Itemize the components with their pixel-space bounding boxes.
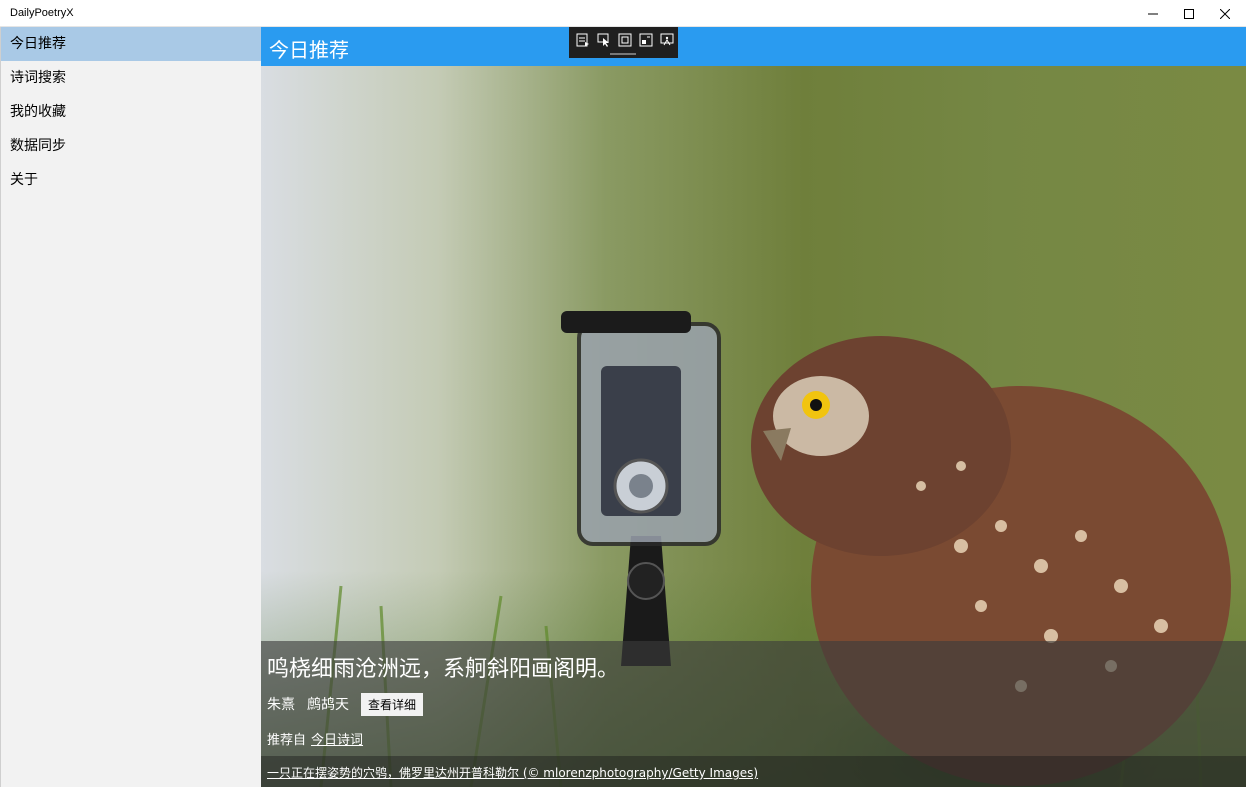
- image-credit-link[interactable]: 一只正在摆姿势的穴鸮，佛罗里达州开普科勒尔 (© mlorenzphotogra…: [267, 764, 758, 781]
- select-element-icon: [597, 33, 609, 47]
- poem-line: 鸣桡细雨沧洲远，系舸斜阳画阁明。: [267, 657, 620, 682]
- display-layout-adorners-button[interactable]: [614, 27, 635, 53]
- minimize-icon: [1148, 13, 1158, 14]
- source-link[interactable]: 今日诗词: [311, 733, 363, 748]
- sidebar-item-sync[interactable]: 数据同步: [1, 129, 261, 163]
- select-element-button[interactable]: [593, 27, 614, 53]
- poem-meta: 朱熹 鹧鸪天 查看详细: [267, 692, 424, 716]
- image-credit-bar: 一只正在摆姿势的穴鸮，佛罗里达州开普科勒尔 (© mlorenzphotogra…: [261, 756, 1246, 787]
- poem-caption-panel: 鸣桡细雨沧洲远，系舸斜阳画阁明。 朱熹 鹧鸪天 查看详细 推荐自 今日诗词: [261, 641, 1246, 756]
- window-titlebar: DailyPoetryX: [0, 0, 1246, 27]
- display-accessibility-icon: [660, 33, 673, 46]
- view-detail-button[interactable]: 查看详细: [361, 692, 424, 716]
- page-header: 今日推荐: [261, 27, 1246, 66]
- main-content: 今日推荐 鸣桡细雨沧洲远，系舸斜阳画阁明。 朱熹 鹧鸪天 查看详细 推荐自 今日…: [261, 27, 1246, 787]
- window-title: DailyPoetryX: [10, 7, 74, 19]
- track-focus-button[interactable]: [635, 27, 656, 53]
- toolbar-grip[interactable]: [610, 53, 636, 55]
- display-layout-adorners-icon: [618, 33, 631, 47]
- poem-title: 鹧鸪天: [307, 697, 349, 713]
- display-accessibility-button[interactable]: [656, 27, 677, 53]
- sidebar-item-daily[interactable]: 今日推荐: [1, 27, 261, 61]
- app-toolbar-button[interactable]: [572, 27, 593, 53]
- page-title: 今日推荐: [269, 38, 349, 62]
- track-focus-icon: [639, 33, 652, 47]
- sidebar-nav: 今日推荐 诗词搜索 我的收藏 数据同步 关于: [0, 27, 261, 787]
- source-prefix: 推荐自: [267, 733, 307, 748]
- poem-source: 推荐自 今日诗词: [267, 729, 363, 748]
- close-icon: [1220, 8, 1230, 19]
- poem-author: 朱熹: [267, 697, 295, 713]
- close-button[interactable]: [1202, 0, 1246, 27]
- app-toolbar-icon: [576, 33, 589, 47]
- sidebar-item-about[interactable]: 关于: [1, 163, 261, 197]
- xaml-debug-toolbar: [569, 27, 678, 58]
- sidebar-item-favorites[interactable]: 我的收藏: [1, 95, 261, 129]
- maximize-icon: [1184, 8, 1194, 19]
- sidebar-item-search[interactable]: 诗词搜索: [1, 61, 261, 95]
